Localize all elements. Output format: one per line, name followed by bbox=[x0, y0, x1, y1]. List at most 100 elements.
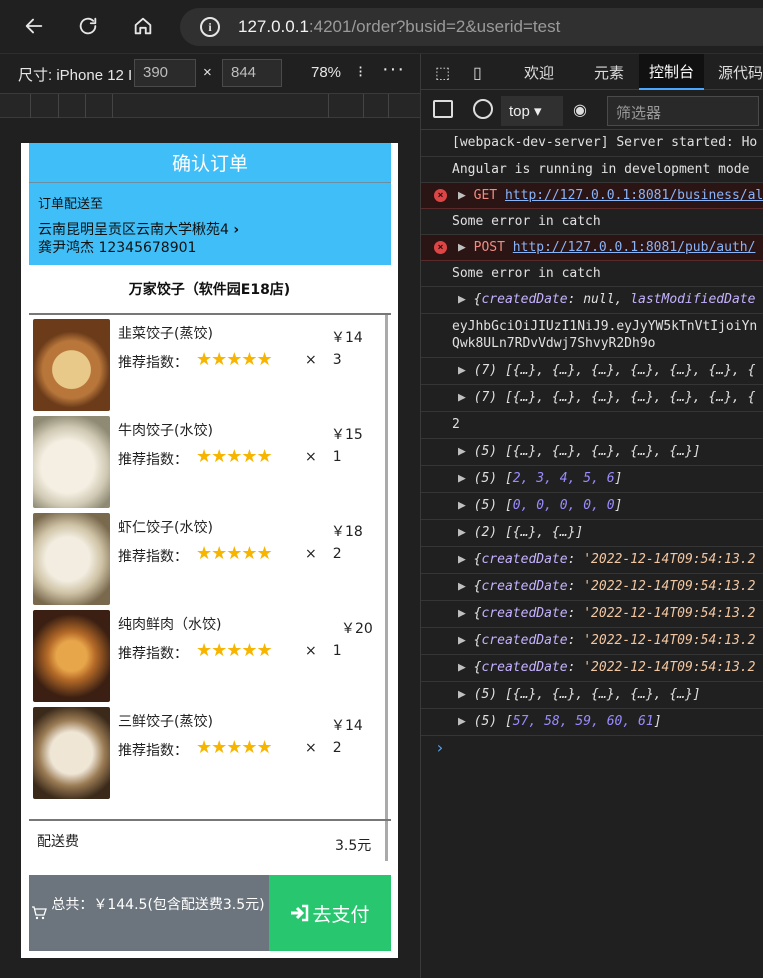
console-error[interactable]: × ▶ GET http://127.0.0.1:8081/business/a… bbox=[421, 183, 763, 209]
star-rating: ★★★★★ bbox=[196, 640, 273, 661]
phone-viewport: 确认订单 订单配送至 云南昆明呈贡区云南大学楸苑4 › 龚尹鸿杰 1234567… bbox=[21, 143, 398, 958]
device-size-label[interactable]: 尺寸: iPhone 12 I bbox=[18, 64, 132, 85]
list-item[interactable]: 纯肉鲜肉（水饺) ￥20 推荐指数： ★★★★★ × 1 bbox=[33, 606, 385, 703]
dish-name: 韭菜饺子(蒸饺) bbox=[118, 326, 213, 342]
console-message: [webpack-dev-server] Server started: Ho bbox=[421, 130, 763, 157]
recommend-label: 推荐指数： bbox=[118, 452, 188, 468]
console-prompt[interactable]: › bbox=[435, 738, 445, 757]
dish-image bbox=[33, 513, 110, 605]
pay-button[interactable]: 去支付 bbox=[269, 875, 391, 951]
address-bar[interactable]: i 127.0.0.1:4201/order?busid=2&userid=te… bbox=[180, 8, 763, 46]
console-output: [webpack-dev-server] Server started: Ho … bbox=[420, 130, 763, 978]
dish-quantity: × 1 bbox=[305, 449, 342, 465]
console-object[interactable]: ▶ {createdDate: '2022-12-14T09:54:13.2 bbox=[421, 601, 763, 628]
zoom-select[interactable]: 78% bbox=[311, 64, 341, 81]
console-object[interactable]: ▶ (7) [{…}, {…}, {…}, {…}, {…}, {…}, { bbox=[421, 385, 763, 412]
list-item[interactable]: 牛肉饺子(水饺) ￥15 推荐指数： ★★★★★ × 1 bbox=[33, 412, 385, 509]
dish-image bbox=[33, 416, 110, 508]
error-link[interactable]: http://127.0.0.1:8081/business/al bbox=[505, 188, 763, 203]
dish-price: ￥15 bbox=[331, 427, 363, 443]
url-path: :4201/order?busid=2&userid=test bbox=[308, 17, 561, 36]
console-object[interactable]: ▶ {createdDate: '2022-12-14T09:54:13.2 bbox=[421, 628, 763, 655]
site-info-icon[interactable]: i bbox=[200, 17, 220, 37]
home-icon[interactable] bbox=[125, 8, 161, 44]
console-object[interactable]: ▶ (5) [57, 58, 59, 60, 61] bbox=[421, 709, 763, 736]
inspect-icon[interactable]: ⬚ bbox=[435, 63, 450, 83]
star-rating: ★★★★★ bbox=[196, 349, 273, 370]
console-object[interactable]: ▶ {createdDate: null, lastModifiedDate bbox=[421, 287, 763, 314]
device-height-input[interactable]: 844 bbox=[222, 59, 282, 87]
dish-image bbox=[33, 319, 110, 411]
console-error[interactable]: × ▶ POST http://127.0.0.1:8081/pub/auth/ bbox=[421, 235, 763, 261]
device-toggle-icon[interactable]: ▯ bbox=[473, 63, 482, 83]
console-object[interactable]: ▶ (5) [0, 0, 0, 0, 0] bbox=[421, 493, 763, 520]
star-rating: ★★★★★ bbox=[196, 446, 273, 467]
console-object[interactable]: ▶ (5) [{…}, {…}, {…}, {…}, {…}] bbox=[421, 439, 763, 466]
tab-welcome[interactable]: 欢迎 bbox=[524, 54, 554, 90]
recommend-label: 推荐指数： bbox=[118, 743, 188, 759]
device-width-input[interactable]: 390 bbox=[134, 59, 196, 87]
dish-image bbox=[33, 610, 110, 702]
console-object[interactable]: ▶ (7) [{…}, {…}, {…}, {…}, {…}, {…}, { bbox=[421, 358, 763, 385]
filter-input[interactable]: 筛选器 bbox=[607, 96, 759, 126]
star-rating: ★★★★★ bbox=[196, 543, 273, 564]
dish-image bbox=[33, 707, 110, 799]
dish-name: 三鲜饺子(蒸饺) bbox=[118, 714, 213, 730]
reload-icon[interactable] bbox=[70, 8, 106, 44]
browser-toolbar: i 127.0.0.1:4201/order?busid=2&userid=te… bbox=[0, 0, 763, 54]
console-object[interactable]: ▶ (5) [{…}, {…}, {…}, {…}, {…}] bbox=[421, 682, 763, 709]
scrollbar[interactable] bbox=[385, 315, 388, 861]
shop-name: 万家饺子（软件园E18店) bbox=[128, 282, 291, 298]
media-query-ruler[interactable] bbox=[0, 94, 420, 118]
sign-in-icon bbox=[291, 904, 309, 922]
console-message: eyJhbGciOiJIUzI1NiJ9.eyJyYW5kTnVtIjoiYn … bbox=[421, 314, 763, 358]
more-options-icon[interactable]: ··· bbox=[382, 58, 405, 81]
console-object[interactable]: ▶ {createdDate: '2022-12-14T09:54:13.2 bbox=[421, 547, 763, 574]
clear-console-icon[interactable] bbox=[473, 99, 493, 119]
address-line[interactable]: 云南昆明呈贡区云南大学楸苑4 › bbox=[38, 219, 239, 239]
sidebar-toggle-icon[interactable] bbox=[433, 100, 453, 118]
total-text: 总共：￥144.5(包含配送费3.5元) bbox=[51, 897, 265, 913]
address-text: 云南昆明呈贡区云南大学楸苑4 bbox=[38, 222, 229, 238]
chevron-right-icon: › bbox=[233, 222, 240, 238]
dish-quantity: × 2 bbox=[305, 740, 342, 756]
list-item[interactable]: 虾仁饺子(水饺) ￥18 推荐指数： ★★★★★ × 2 bbox=[33, 509, 385, 606]
contact-info: 龚尹鸿杰 12345678901 bbox=[38, 240, 197, 256]
throttle-icon[interactable]: ⁝ bbox=[358, 62, 363, 82]
tab-console[interactable]: 控制台 bbox=[639, 54, 705, 90]
console-message: Some error in catch bbox=[421, 209, 763, 235]
dish-name: 纯肉鲜肉（水饺) bbox=[118, 617, 222, 633]
console-message: Angular is running in development mode bbox=[421, 157, 763, 183]
console-object[interactable]: ▶ {createdDate: '2022-12-14T09:54:13.2 bbox=[421, 655, 763, 682]
dish-name: 虾仁饺子(水饺) bbox=[118, 520, 213, 536]
error-link[interactable]: http://127.0.0.1:8081/pub/auth/ bbox=[513, 240, 756, 255]
console-object[interactable]: ▶ {createdDate: '2022-12-14T09:54:13.2 bbox=[421, 574, 763, 601]
star-rating: ★★★★★ bbox=[196, 737, 273, 758]
list-item[interactable]: 三鲜饺子(蒸饺) ￥14 推荐指数： ★★★★★ × 2 bbox=[33, 703, 385, 800]
device-toolbar: 尺寸: iPhone 12 I 390 × 844 78% ⁝ ··· bbox=[0, 54, 420, 94]
dimension-times: × bbox=[203, 64, 212, 81]
context-select[interactable]: top ▾ bbox=[501, 96, 563, 126]
tab-elements[interactable]: 元素 bbox=[594, 54, 624, 90]
cart-icon bbox=[32, 906, 47, 920]
console-message: 2 bbox=[421, 412, 763, 439]
eye-icon[interactable]: ◉ bbox=[573, 100, 587, 119]
dish-quantity: × 3 bbox=[305, 352, 342, 368]
total-summary: 总共：￥144.5(包含配送费3.5元) bbox=[29, 875, 269, 951]
dish-price: ￥14 bbox=[331, 330, 363, 346]
divider bbox=[29, 819, 391, 821]
page-title: 确认订单 bbox=[29, 143, 391, 183]
console-object[interactable]: ▶ (5) [2, 3, 4, 5, 6] bbox=[421, 466, 763, 493]
delivery-fee-label: 配送费 bbox=[37, 834, 79, 850]
console-object[interactable]: ▶ (2) [{…}, {…}] bbox=[421, 520, 763, 547]
list-item[interactable]: 韭菜饺子(蒸饺) ￥14 推荐指数： ★★★★★ × 3 bbox=[33, 315, 385, 412]
recommend-label: 推荐指数： bbox=[118, 646, 188, 662]
dish-quantity: × 2 bbox=[305, 546, 342, 562]
dish-price: ￥14 bbox=[331, 718, 363, 734]
back-icon[interactable] bbox=[16, 8, 52, 44]
recommend-label: 推荐指数： bbox=[118, 549, 188, 565]
dish-name: 牛肉饺子(水饺) bbox=[118, 423, 213, 439]
console-toolbar: top ▾ ◉ 筛选器 bbox=[420, 90, 763, 130]
dish-quantity: × 1 bbox=[305, 643, 342, 659]
tab-sources[interactable]: 源代码 bbox=[718, 54, 763, 90]
